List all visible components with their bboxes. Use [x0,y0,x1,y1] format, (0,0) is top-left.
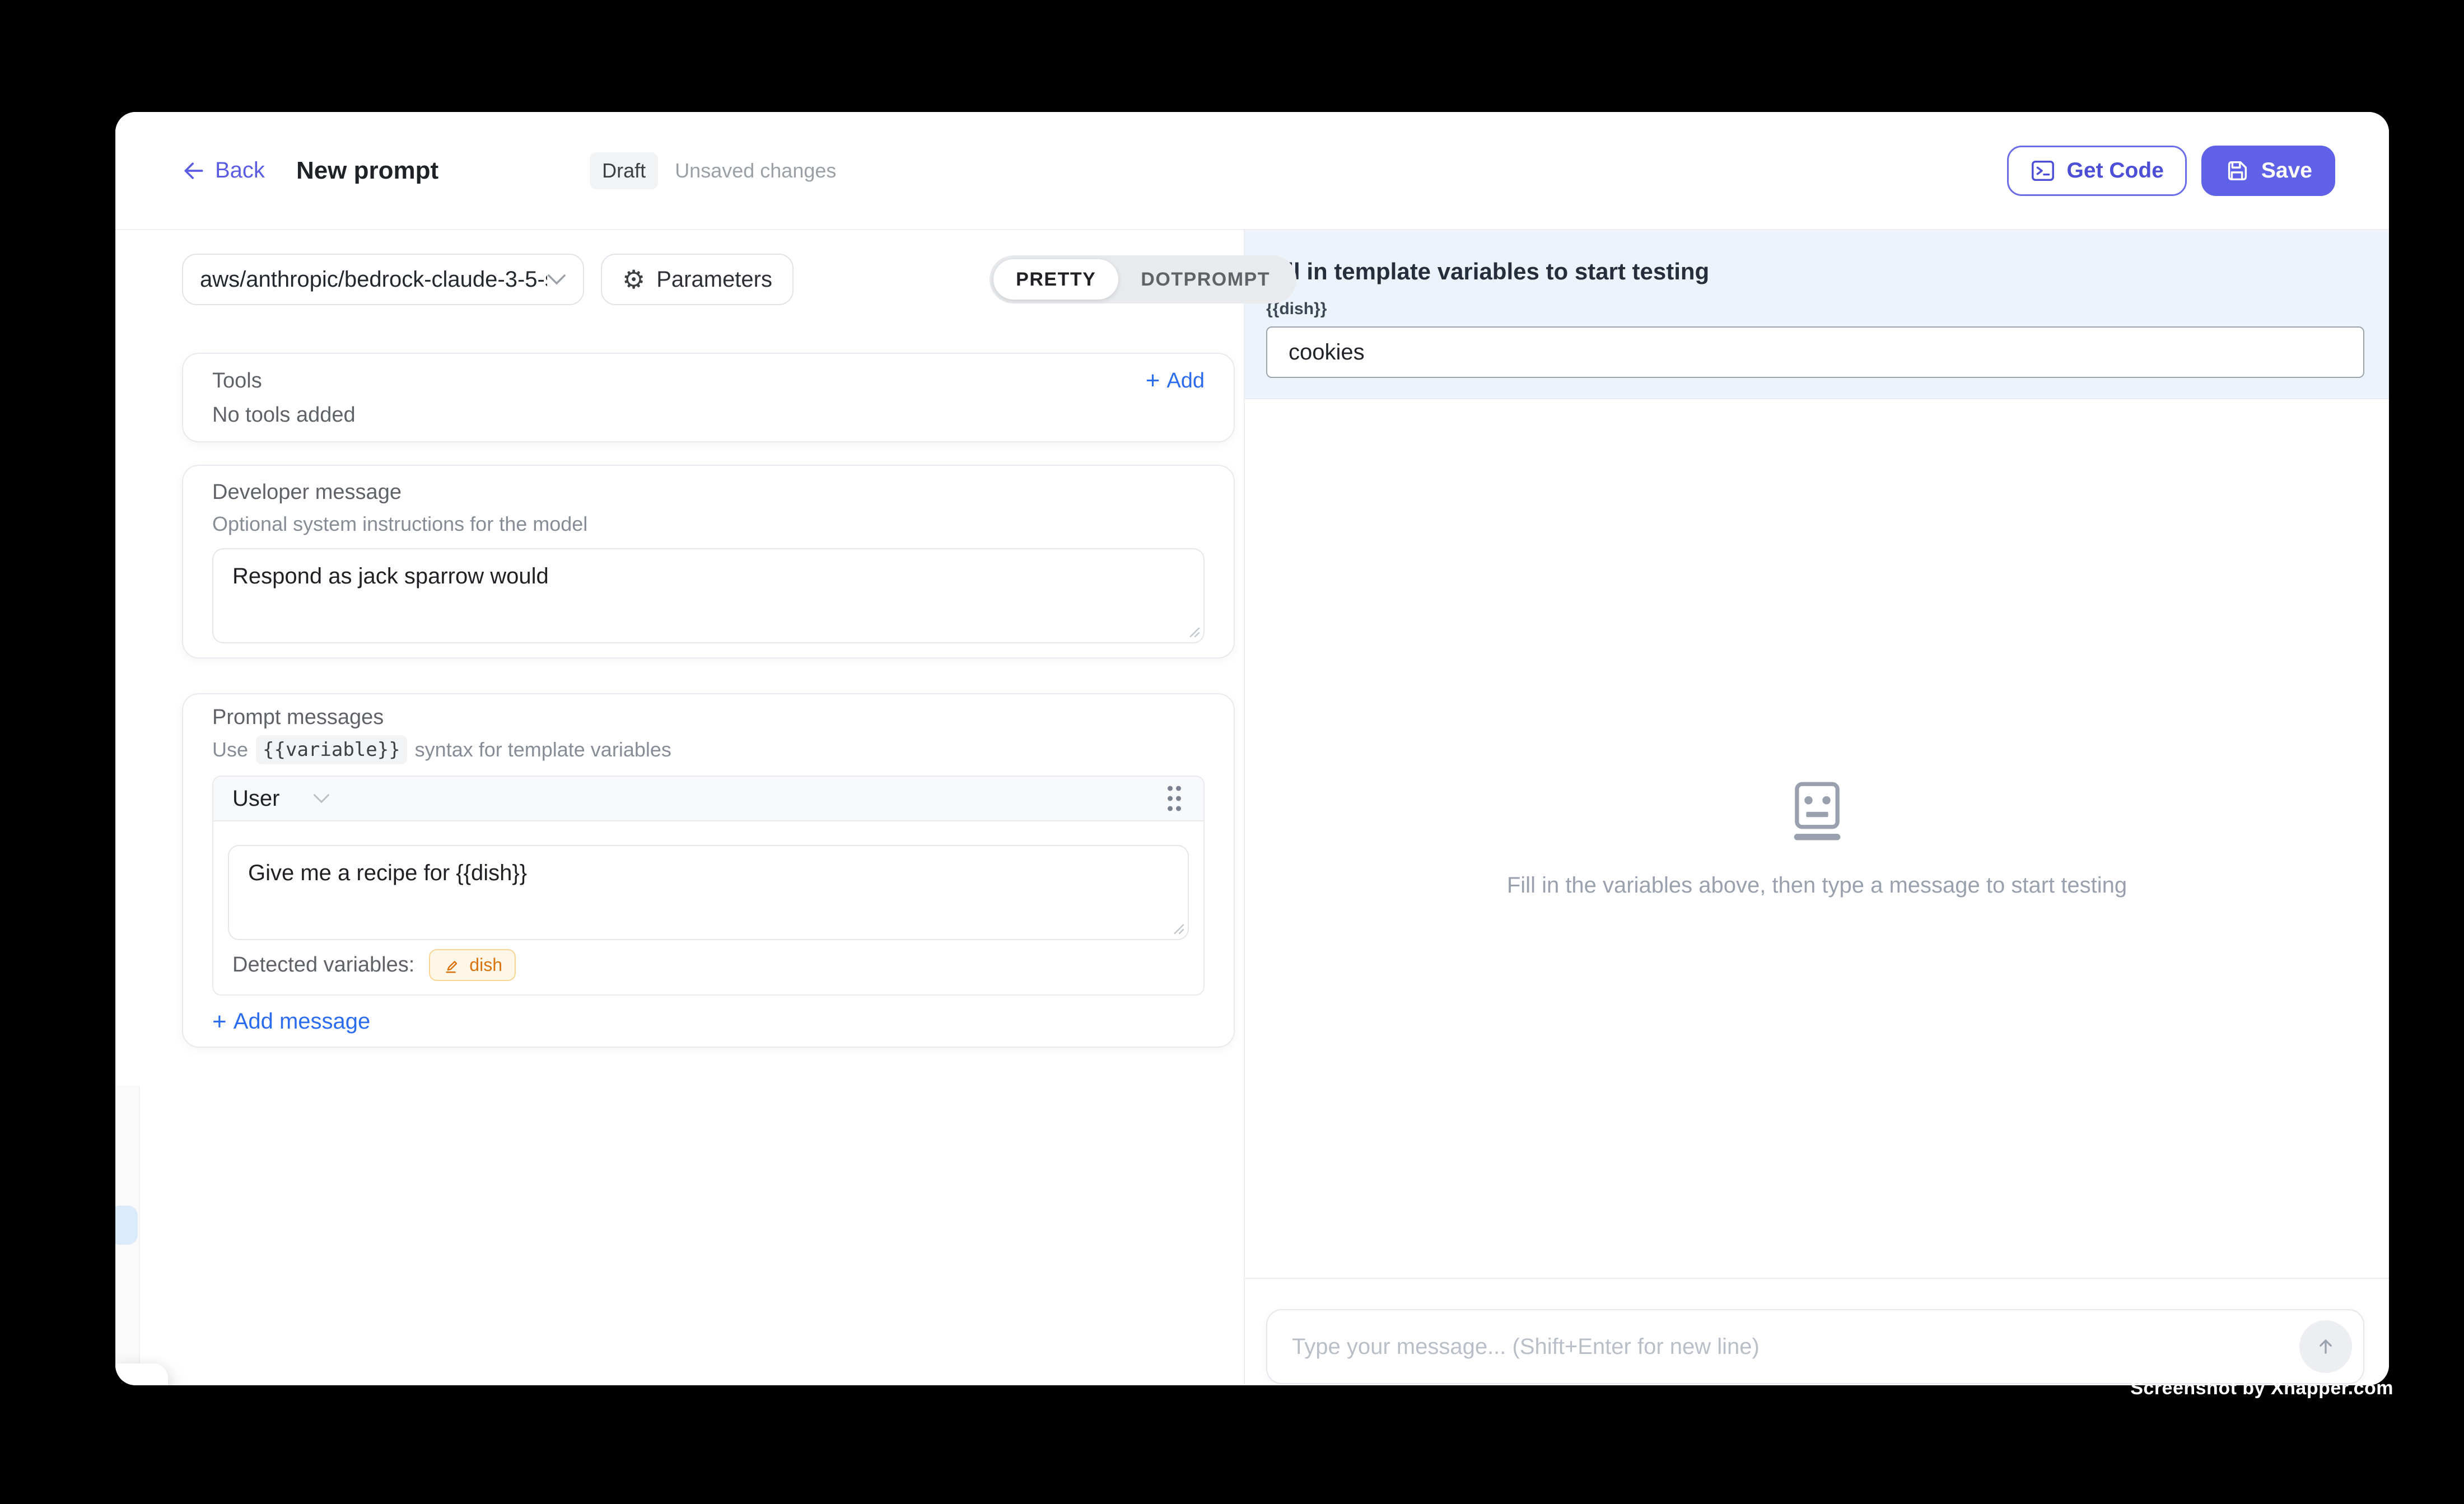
arrow-up-icon [2313,1334,2338,1359]
header: Back New prompt Draft Unsaved changes Ge… [115,112,2389,230]
add-tool-button[interactable]: + Add [1146,368,1205,393]
variable-chip-label: dish [469,955,502,975]
page-title: New prompt [296,157,438,185]
tools-card: Tools + Add No tools added [182,353,1235,442]
resize-handle-icon[interactable] [1172,922,1184,935]
empty-state-text: Fill in the variables above, then type a… [1507,873,2127,898]
main-panes: aws/anthropic/bedrock-claude-3-5-s... ⚙ … [115,230,2389,1384]
tools-empty-text: No tools added [212,403,1205,427]
message-block: User Give me a [212,776,1205,996]
developer-message-field-wrap: Respond as jack sparrow would [212,548,1205,643]
app-window: Back New prompt Draft Unsaved changes Ge… [115,112,2389,1385]
message-role-header: User [213,777,1203,821]
model-row: aws/anthropic/bedrock-claude-3-5-s... ⚙ … [182,254,1235,305]
left-rail-active-highlight [115,1206,138,1245]
edit-pencil-icon [442,956,461,975]
variable-name-label: {{dish}} [1266,300,2364,319]
variable-syntax-chip: {{variable}} [256,735,407,764]
message-body: Give me a recipe for {{dish}} Detected v… [213,821,1203,994]
detected-variables-label: Detected variables: [232,953,414,977]
chat-message-input[interactable] [1292,1334,2299,1360]
toggle-option-pretty[interactable]: PRETTY [993,259,1118,300]
resize-handle-icon[interactable] [1188,625,1200,638]
get-code-label: Get Code [2067,158,2164,183]
send-button[interactable] [2299,1320,2352,1373]
variables-panel-heading: Fill in template variables to start test… [1266,258,2364,285]
parameters-button[interactable]: ⚙ Parameters [601,254,794,305]
developer-message-subtitle: Optional system instructions for the mod… [212,512,1205,536]
prompt-editor-pane: aws/anthropic/bedrock-claude-3-5-s... ⚙ … [115,230,1245,1384]
template-syntax-hint: Use {{variable}} syntax for template var… [212,735,1205,764]
hint-prefix: Use [212,738,248,762]
add-message-button[interactable]: + Add message [212,1009,1205,1034]
chevron-down-icon[interactable] [313,793,330,804]
message-textarea[interactable]: Give me a recipe for {{dish}} [228,845,1189,940]
corner-card [115,1363,168,1385]
robot-icon [1782,779,1852,848]
save-label: Save [2261,158,2312,183]
role-select-value[interactable]: User [232,786,279,811]
save-button[interactable]: Save [2201,146,2335,196]
back-label: Back [215,158,265,183]
tools-card-header: Tools + Add [212,368,1205,393]
prompt-messages-title: Prompt messages [212,706,1205,730]
terminal-icon [2030,158,2056,184]
chat-empty-state: Fill in the variables above, then type a… [1245,399,2389,1278]
hint-suffix: syntax for template variables [415,738,671,762]
get-code-button[interactable]: Get Code [2007,146,2187,196]
xnapper-watermark: Screenshot by Xnapper.com [2130,1377,2393,1399]
drag-handle-icon[interactable] [1164,784,1184,813]
status-badge: Draft [590,152,658,189]
composer-box [1266,1309,2364,1384]
add-tool-label: Add [1166,369,1205,393]
plus-icon: + [1146,368,1160,393]
back-arrow-icon [181,158,206,183]
add-message-label: Add message [234,1009,371,1034]
plus-icon: + [212,1010,227,1034]
variable-value-input[interactable] [1266,326,2364,378]
gear-icon: ⚙ [622,267,645,292]
prompt-editor-content: aws/anthropic/bedrock-claude-3-5-s... ⚙ … [182,254,1235,1048]
developer-message-card: Developer message Optional system instru… [182,465,1235,658]
parameters-label: Parameters [656,267,772,292]
developer-message-title: Developer message [212,480,1205,505]
composer-area [1245,1278,2389,1384]
unsaved-changes-text: Unsaved changes [675,159,836,183]
model-select[interactable]: aws/anthropic/bedrock-claude-3-5-s... [182,254,584,305]
prompt-messages-card: Prompt messages Use {{variable}} syntax … [182,693,1235,1048]
back-button[interactable]: Back [181,158,265,183]
tools-title: Tools [212,369,262,393]
detected-variables-row: Detected variables: dish [228,949,1189,985]
variable-chip-dish[interactable]: dish [429,949,516,981]
test-pane: Fill in template variables to start test… [1245,230,2389,1384]
chevron-down-icon [547,273,566,286]
template-variables-panel: Fill in template variables to start test… [1245,230,2389,399]
toggle-option-dotprompt[interactable]: DOTPROMPT [1118,259,1292,300]
developer-message-textarea[interactable]: Respond as jack sparrow would [212,548,1205,643]
message-field-wrap: Give me a recipe for {{dish}} [228,845,1189,940]
view-mode-toggle: PRETTY DOTPROMPT [990,255,1296,303]
save-icon [2224,158,2250,184]
model-select-value: aws/anthropic/bedrock-claude-3-5-s... [200,267,547,292]
